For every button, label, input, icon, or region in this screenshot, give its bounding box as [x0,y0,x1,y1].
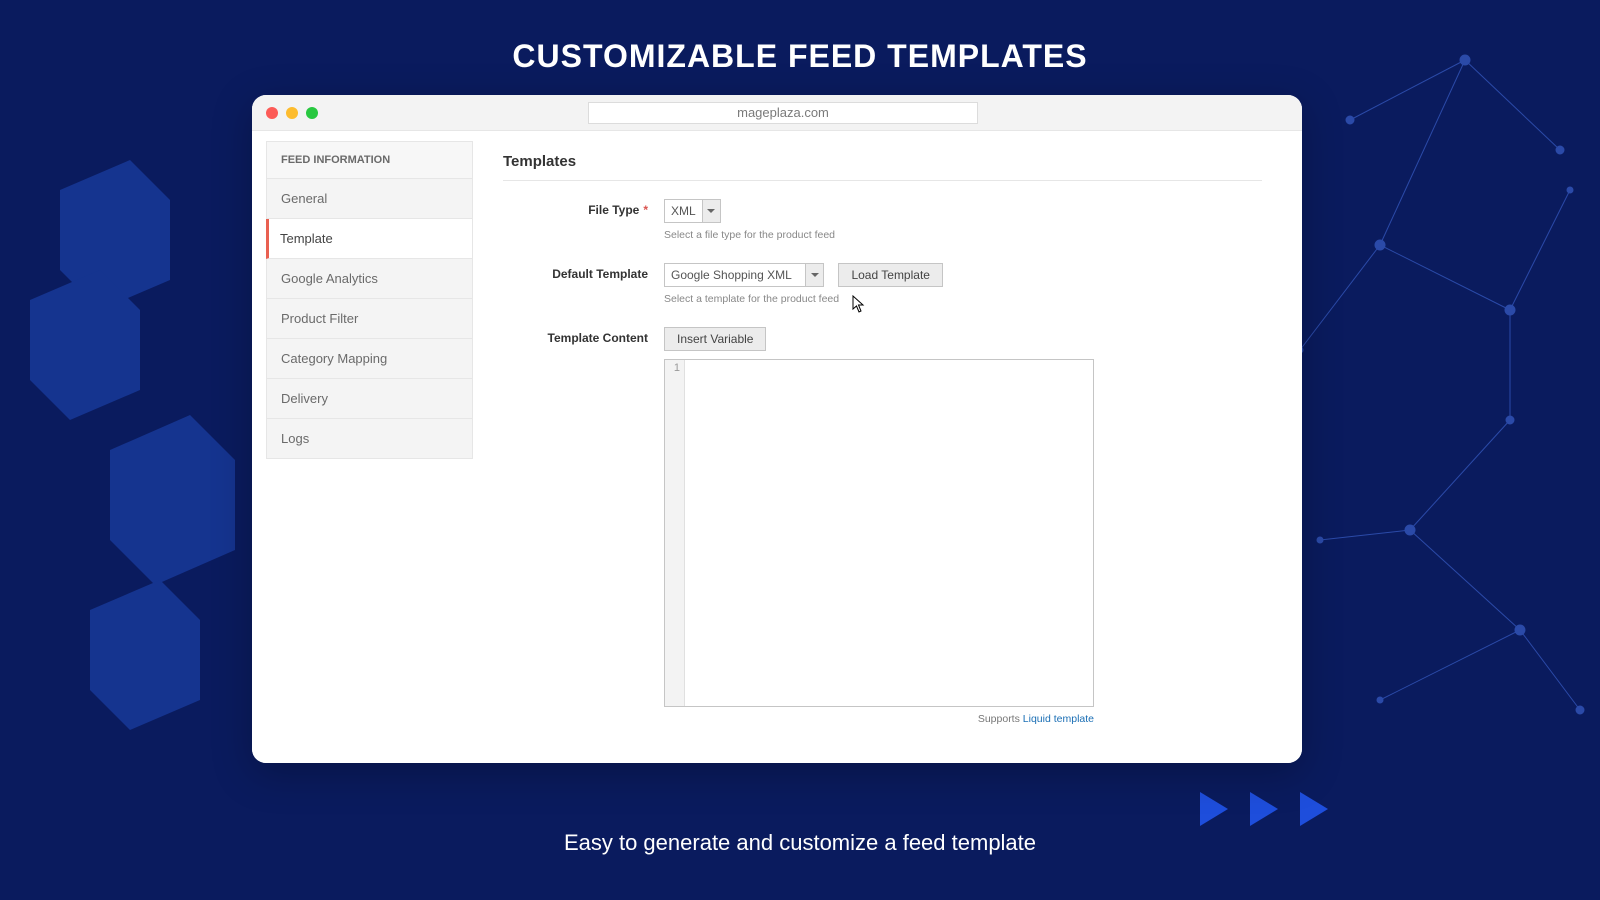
line-number: 1 [665,360,685,706]
sidebar-item-google-analytics[interactable]: Google Analytics [266,259,473,299]
default-template-help: Select a template for the product feed [664,293,1262,305]
supports-note: Supports Liquid template [664,713,1094,725]
titlebar: mageplaza.com [252,95,1302,131]
sidebar-item-general[interactable]: General [266,179,473,219]
chevron-down-icon [702,200,720,222]
maximize-icon[interactable] [306,107,318,119]
minimize-icon[interactable] [286,107,298,119]
file-type-select[interactable]: XML [664,199,721,223]
template-content-editor[interactable]: 1 [664,359,1094,707]
app-window: mageplaza.com FEED INFORMATION General T… [252,95,1302,763]
sidebar: FEED INFORMATION General Template Google… [252,131,487,763]
insert-variable-button[interactable]: Insert Variable [664,327,766,351]
liquid-template-link[interactable]: Liquid template [1023,713,1094,725]
sidebar-item-logs[interactable]: Logs [266,419,473,459]
load-template-button[interactable]: Load Template [838,263,943,287]
sidebar-header: FEED INFORMATION [266,141,473,179]
template-content-label: Template Content [503,327,648,725]
default-template-select[interactable]: Google Shopping XML [664,263,824,287]
file-type-label: File Type* [503,199,648,241]
hero-subtitle: Easy to generate and customize a feed te… [0,830,1600,856]
main-panel: Templates File Type* XML Select a file t… [487,131,1302,763]
section-title: Templates [503,153,1262,181]
default-template-label: Default Template [503,263,648,305]
close-icon[interactable] [266,107,278,119]
hero-title: CUSTOMIZABLE FEED TEMPLATES [0,0,1600,75]
sidebar-item-category-mapping[interactable]: Category Mapping [266,339,473,379]
url-bar[interactable]: mageplaza.com [588,102,978,124]
file-type-help: Select a file type for the product feed [664,229,1262,241]
sidebar-item-product-filter[interactable]: Product Filter [266,299,473,339]
chevron-down-icon [805,264,823,286]
sidebar-item-delivery[interactable]: Delivery [266,379,473,419]
sidebar-item-template[interactable]: Template [266,219,473,259]
